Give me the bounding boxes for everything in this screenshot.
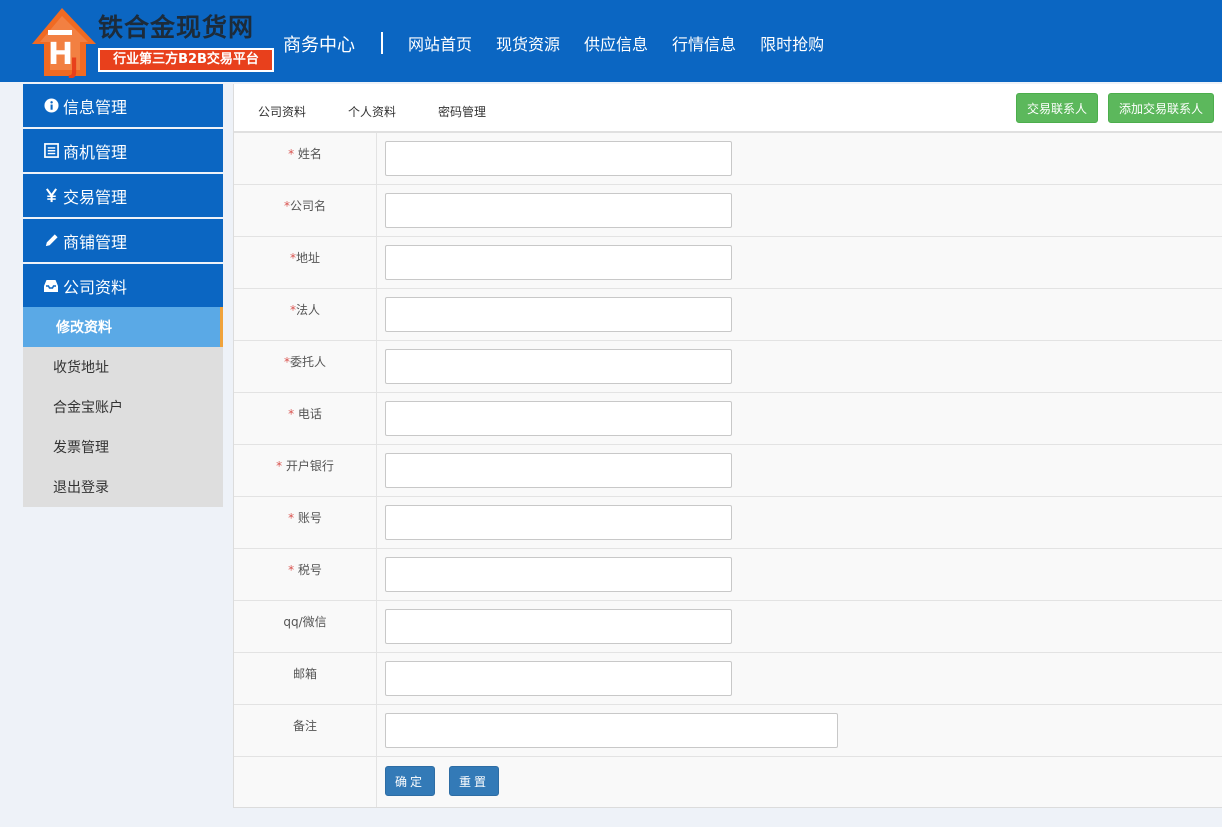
logo-subtitle: 行业第三方B2B交易平台: [98, 48, 274, 72]
field-label: *委托人: [234, 341, 377, 392]
site-logo[interactable]: H J 铁合金现货网 行业第三方B2B交易平台: [30, 6, 280, 78]
sidebar-section-company[interactable]: 公司资料: [23, 264, 223, 307]
sidebar-section-business[interactable]: 商机管理: [23, 129, 223, 172]
required-star: *: [288, 563, 298, 577]
add-trade-contact-button[interactable]: 添加交易联系人: [1108, 93, 1214, 123]
phone-input[interactable]: [385, 401, 732, 436]
legal-person-input[interactable]: [385, 297, 732, 332]
form-row-tax-id: * 税号: [234, 549, 1222, 601]
form-row-legal-person: *法人: [234, 289, 1222, 341]
bank-input[interactable]: [385, 453, 732, 488]
field-label: *法人: [234, 289, 377, 340]
form-row-account: * 账号: [234, 497, 1222, 549]
nav-supply-info[interactable]: 供应信息: [584, 31, 648, 55]
logo-house-icon: H J: [32, 8, 96, 78]
sidebar-section-label: 商机管理: [63, 142, 128, 162]
tax-id-input[interactable]: [385, 557, 732, 592]
field-label: 邮箱: [234, 653, 377, 704]
header-divider: [381, 32, 383, 54]
sidebar-section-info[interactable]: 信息管理: [23, 84, 223, 127]
required-star: *: [276, 459, 286, 473]
submenu-shipping-address[interactable]: 收货地址: [23, 347, 223, 387]
sidebar-section-trade[interactable]: 交易管理: [23, 174, 223, 217]
field-label: * 税号: [234, 549, 377, 600]
info-icon: [43, 98, 59, 114]
main-nav: 网站首页 现货资源 供应信息 行情信息 限时抢购: [408, 31, 824, 55]
sidebar-section-label: 交易管理: [63, 187, 128, 207]
agent-input[interactable]: [385, 349, 732, 384]
form-row-address: *地址: [234, 237, 1222, 289]
yen-icon: [43, 188, 59, 204]
form-row-agent: *委托人: [234, 341, 1222, 393]
company-name-input[interactable]: [385, 193, 732, 228]
field-label: qq/微信: [234, 601, 377, 652]
empty-label-cell: [234, 757, 377, 807]
company-submenu: 修改资料 收货地址 合金宝账户 发票管理 退出登录: [23, 307, 223, 507]
submenu-logout[interactable]: 退出登录: [23, 467, 223, 507]
field-label: * 电话: [234, 393, 377, 444]
list-icon: [43, 143, 59, 159]
trade-contact-button[interactable]: 交易联系人: [1016, 93, 1098, 123]
required-star: *: [288, 147, 298, 161]
email-input[interactable]: [385, 661, 732, 696]
sidebar: 信息管理 商机管理 交易管理 商铺管理 公司资料 修改资料 收货地址 合金宝账户…: [23, 84, 223, 507]
submenu-edit-profile[interactable]: 修改资料: [23, 307, 223, 347]
qq-wechat-input[interactable]: [385, 609, 732, 644]
name-input[interactable]: [385, 141, 732, 176]
field-label: 备注: [234, 705, 377, 756]
nav-spot-resources[interactable]: 现货资源: [496, 31, 560, 55]
sidebar-section-label: 公司资料: [63, 277, 128, 297]
sidebar-section-label: 商铺管理: [63, 232, 128, 252]
submenu-hejinbao-account[interactable]: 合金宝账户: [23, 387, 223, 427]
tab-bar: 公司资料 个人资料 密码管理 交易联系人 添加交易联系人: [234, 84, 1222, 133]
form-row-bank: * 开户银行: [234, 445, 1222, 497]
field-label: *公司名: [234, 185, 377, 236]
top-header: H J 铁合金现货网 行业第三方B2B交易平台 商务中心 网站首页 现货资源 供…: [0, 0, 1222, 82]
sidebar-section-shop[interactable]: 商铺管理: [23, 219, 223, 262]
address-input[interactable]: [385, 245, 732, 280]
company-profile-form: * 姓名 *公司名 *地址 *法人 *委托人 * 电话 * 开户银行 * 账号: [234, 133, 1222, 807]
tab-password[interactable]: 密码管理: [438, 103, 486, 120]
form-row-qq-wechat: qq/微信: [234, 601, 1222, 653]
tab-personal-profile[interactable]: 个人资料: [348, 103, 396, 120]
nav-home[interactable]: 网站首页: [408, 31, 472, 55]
business-center-title[interactable]: 商务中心: [283, 31, 355, 57]
submit-button[interactable]: 确定: [385, 766, 435, 796]
required-star: *: [288, 407, 298, 421]
form-row-email: 邮箱: [234, 653, 1222, 705]
pencil-icon: [43, 233, 59, 249]
field-label: * 姓名: [234, 133, 377, 184]
form-row-actions: 确定 重置: [234, 757, 1222, 807]
logo-title: 铁合金现货网: [98, 13, 255, 42]
form-row-phone: * 电话: [234, 393, 1222, 445]
nav-market-info[interactable]: 行情信息: [672, 31, 736, 55]
field-label: * 开户银行: [234, 445, 377, 496]
tab-company-profile[interactable]: 公司资料: [258, 103, 306, 120]
form-row-name: * 姓名: [234, 133, 1222, 185]
inbox-icon: [43, 278, 59, 294]
form-row-company: *公司名: [234, 185, 1222, 237]
field-label: * 账号: [234, 497, 377, 548]
main-panel: 公司资料 个人资料 密码管理 交易联系人 添加交易联系人 * 姓名 *公司名 *…: [233, 84, 1222, 808]
field-label: *地址: [234, 237, 377, 288]
account-number-input[interactable]: [385, 505, 732, 540]
reset-button[interactable]: 重置: [449, 766, 499, 796]
form-row-remarks: 备注: [234, 705, 1222, 757]
required-star: *: [288, 511, 298, 525]
submenu-invoice-management[interactable]: 发票管理: [23, 427, 223, 467]
remarks-input[interactable]: [385, 713, 838, 748]
nav-flash-sale[interactable]: 限时抢购: [760, 31, 824, 55]
sidebar-section-label: 信息管理: [63, 97, 128, 117]
svg-text:J: J: [68, 55, 78, 78]
